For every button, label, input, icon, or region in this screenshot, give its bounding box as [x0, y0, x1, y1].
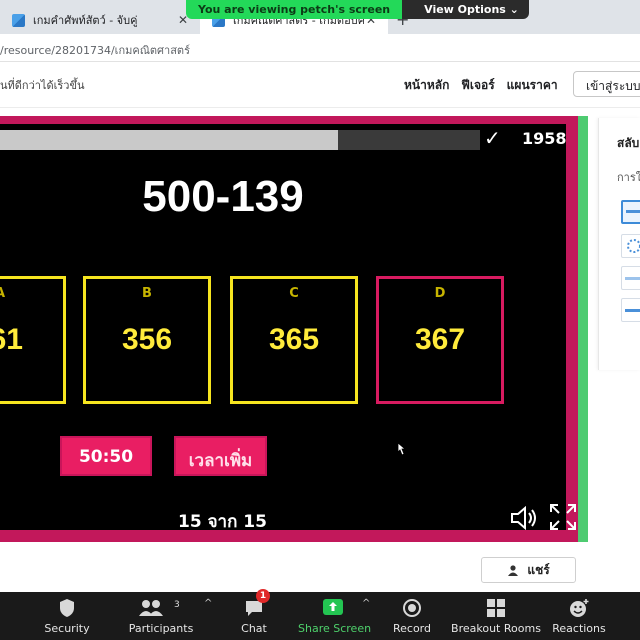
fifty-fifty-button[interactable]: 50:50 — [60, 436, 152, 476]
chat-unread-badge: 1 — [256, 589, 270, 603]
reactions-button[interactable]: Reactions — [552, 592, 606, 640]
mouse-cursor-icon — [397, 442, 406, 456]
screen: เกมคำศัพท์สัตว์ - จับคู่ ✕ เกมคณิตศาสตร์… — [0, 0, 640, 640]
site-header: นที่ดีกว่าได้เร็วขึ้น หน้าหลัก ฟีเจอร์ แ… — [0, 62, 640, 108]
nav-link-features[interactable]: ฟีเจอร์ — [461, 76, 494, 95]
record-button[interactable]: Record — [388, 592, 436, 640]
participants-label: Participants — [128, 622, 194, 635]
view-options-button[interactable]: View Options ⌄ — [402, 0, 529, 19]
breakout-rooms-label: Breakout Rooms — [451, 622, 541, 635]
record-label: Record — [392, 622, 431, 635]
participants-caret-icon[interactable]: ^ — [204, 598, 212, 609]
participants-button[interactable]: 3 Participants — [124, 592, 198, 640]
wordwall-favicon-icon — [12, 13, 25, 27]
participants-icon — [139, 600, 164, 616]
participant-count: 3 — [174, 600, 180, 610]
panel-title: สลับ — [617, 136, 640, 150]
share-button[interactable]: แชร์ — [481, 557, 576, 583]
template-switch-panel: สลับ การใ — [598, 118, 640, 370]
timer-fill — [0, 130, 339, 150]
breakout-rooms-icon — [487, 599, 505, 617]
chat-button[interactable]: 1 Chat — [230, 589, 278, 640]
question-text: 500-139 — [142, 172, 304, 221]
check-icon: ✓ — [484, 126, 501, 150]
timer-bar — [0, 130, 480, 150]
speaker-icon[interactable] — [510, 506, 540, 530]
answer-value: 367 — [414, 323, 466, 356]
answer-a[interactable]: A 361 — [0, 276, 66, 404]
answer-letter: D — [434, 286, 446, 301]
nav-link-pricing[interactable]: แผนราคา — [507, 76, 558, 95]
site-tagline: นที่ดีกว่าได้เร็วขึ้น — [0, 79, 85, 92]
answer-c[interactable]: C 365 — [230, 276, 358, 404]
chat-label: Chat — [241, 622, 267, 635]
wheel-icon — [627, 239, 640, 253]
viewing-screen-label: You are viewing petch's screen — [186, 0, 403, 19]
game-frame-edge — [578, 116, 588, 542]
answer-letter: C — [289, 286, 299, 301]
score: 1958 — [522, 129, 567, 148]
template-thumbnail-wheel[interactable] — [621, 234, 640, 258]
template-thumbnail-match[interactable] — [621, 298, 640, 322]
reactions-label: Reactions — [552, 622, 606, 635]
share-screen-label: Share Screen — [298, 622, 372, 635]
share-screen-caret-icon[interactable]: ^ — [362, 598, 370, 609]
question-progress: 15 จาก 15 — [178, 512, 267, 532]
nav-links: หน้าหลัก ฟีเจอร์ แผนราคา — [404, 76, 558, 95]
answer-b[interactable]: B 356 — [83, 276, 211, 404]
answer-value: 361 — [0, 323, 23, 356]
shield-icon — [60, 599, 74, 617]
share-label: แชร์ — [527, 562, 550, 577]
browser-tab[interactable]: เกมคำศัพท์สัตว์ - จับคู่ ✕ — [0, 6, 200, 34]
reactions-icon — [570, 599, 589, 617]
zoom-toolbar: Security 3 Participants ^ 1 Chat Share S… — [0, 589, 640, 640]
breakout-rooms-button[interactable]: Breakout Rooms — [450, 592, 542, 640]
panel-subtitle: การใ — [617, 171, 640, 184]
tab-title: เกมคำศัพท์สัตว์ - จับคู่ — [33, 14, 138, 27]
answer-letter: B — [142, 286, 152, 301]
share-screen-icon — [323, 599, 343, 615]
quiz-game: ✓ 1958 500-139 A 361 B 356 C 365 D 367 5… — [0, 124, 576, 532]
security-button[interactable]: Security — [36, 592, 98, 640]
url-text[interactable]: /resource/28201734/เกมคณิตศาสตร์ — [0, 41, 190, 59]
user-icon — [508, 565, 519, 576]
nav-link-home[interactable]: หน้าหลัก — [404, 76, 449, 95]
answer-value: 365 — [268, 323, 320, 356]
share-screen-button[interactable]: Share Screen — [298, 592, 372, 640]
answer-d[interactable]: D 367 — [376, 276, 504, 404]
template-thumbnail-quiz[interactable] — [621, 200, 640, 224]
zoom-share-banner: You are viewing petch's screen View Opti… — [186, 0, 529, 19]
security-label: Security — [44, 622, 90, 635]
extra-time-button[interactable]: เวลาเพิ่ม — [174, 436, 267, 476]
answer-letter: A — [0, 286, 63, 301]
template-thumbnail-list[interactable] — [621, 266, 640, 290]
answer-value: 356 — [121, 323, 173, 356]
fullscreen-icon[interactable] — [548, 502, 578, 532]
record-icon — [403, 599, 421, 617]
login-button[interactable]: เข้าสู่ระบบ — [573, 71, 640, 97]
address-bar[interactable]: /resource/28201734/เกมคณิตศาสตร์ — [0, 34, 640, 62]
